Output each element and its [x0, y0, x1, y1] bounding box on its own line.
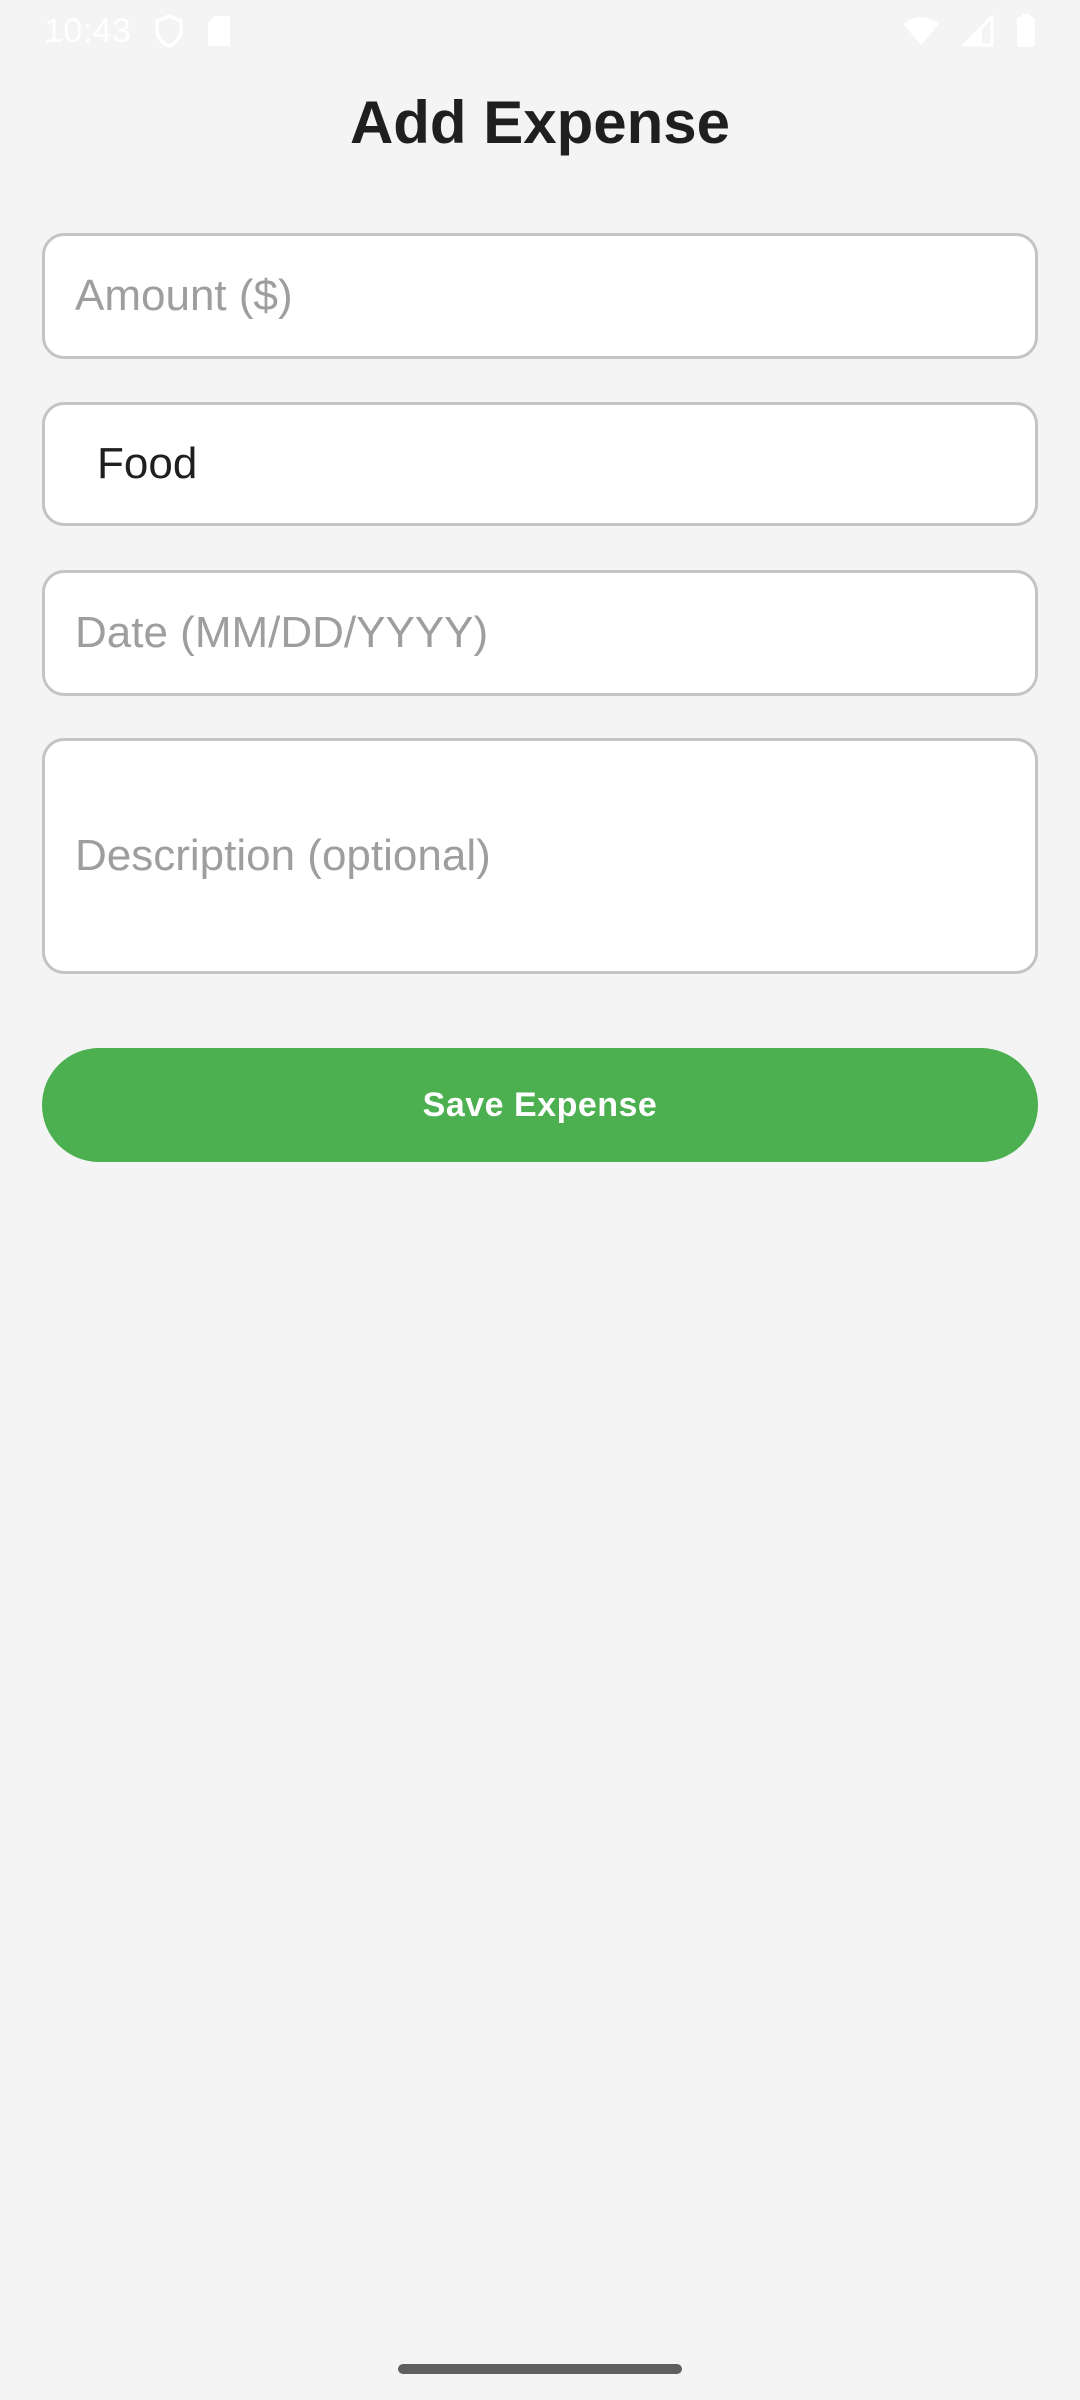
amount-input[interactable]: [75, 271, 1005, 321]
status-bar-right: [902, 14, 1036, 48]
gesture-navigation-bar[interactable]: [398, 2364, 682, 2374]
description-input[interactable]: [75, 826, 1005, 886]
cellular-signal-icon: [962, 15, 994, 47]
status-time: 10:43: [44, 11, 132, 50]
wifi-icon: [902, 16, 940, 46]
date-field-container: [42, 570, 1038, 696]
shield-icon: [154, 14, 184, 48]
sd-card-icon: [206, 15, 232, 47]
page-title: Add Expense: [349, 89, 731, 156]
save-expense-button[interactable]: Save Expense: [42, 1048, 1038, 1162]
amount-field-container: [42, 233, 1038, 359]
category-value: Food: [97, 439, 198, 488]
description-field-container: [42, 738, 1038, 974]
battery-icon: [1016, 14, 1036, 48]
status-bar-left: 10:43: [44, 12, 232, 51]
category-field[interactable]: Food: [42, 402, 1038, 526]
date-input[interactable]: [75, 608, 1005, 658]
status-bar: 10:43: [0, 0, 1080, 62]
